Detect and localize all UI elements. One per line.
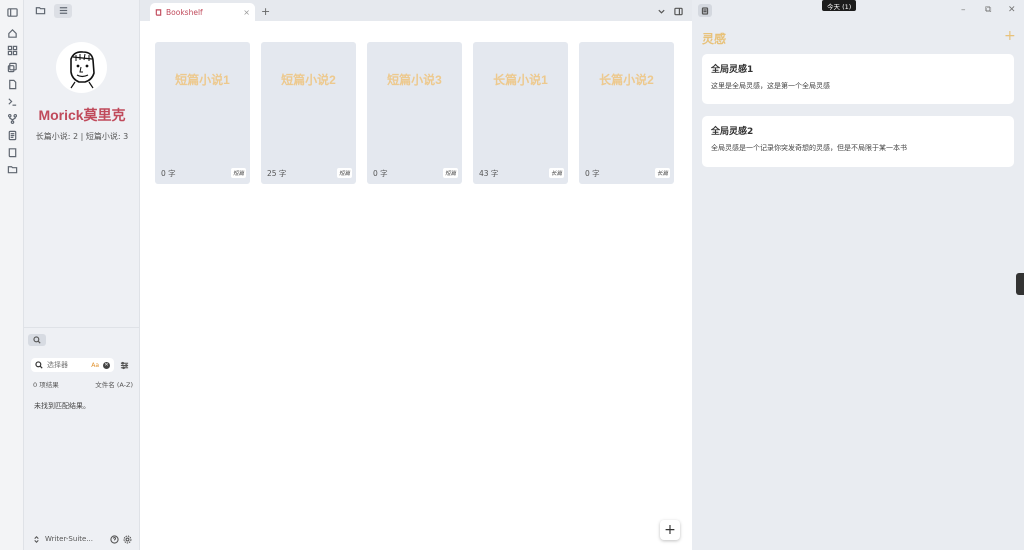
book-title: 长篇小说1 [493,73,548,87]
right-pane-header: – ⧉ ✕ [692,0,1024,21]
result-count: 0 项结果 [33,381,59,389]
folder-icon[interactable] [31,4,49,18]
no-results-text: 未找到匹配结果。 [34,402,90,410]
bookshelf-tab-icon [155,8,162,16]
profile-stats: 长篇小说: 2 | 短篇小说: 3 [35,132,129,141]
book-type-tag: 短篇 [230,168,246,178]
tab-label: Bookshelf [166,7,203,17]
inspiration-card[interactable]: 全局灵感1 这里是全局灵感，这是第一个全局灵感 [702,54,1014,104]
match-case-toggle[interactable]: Aa [91,362,99,369]
book-card[interactable]: 长篇小说2 0 字 长篇 [579,42,674,184]
vault-switch-icon[interactable] [32,535,41,544]
layout-grid-icon[interactable] [6,44,18,56]
book-word-count: 25 字 [267,169,287,178]
avatar[interactable] [56,42,107,93]
folder-open-icon[interactable] [6,163,18,175]
bookshelf-view: 短篇小说1 0 字 短篇 短篇小说2 25 字 短篇 短篇小说3 0 字 短篇 … [140,21,692,550]
restore-button[interactable]: ⧉ [985,5,991,15]
sort-dropdown[interactable]: 文件名 (A-Z) [95,379,133,389]
home-icon[interactable] [6,27,18,39]
git-fork-icon[interactable] [6,112,18,124]
clear-search-icon[interactable]: ✕ [103,361,110,369]
inspiration-card-title: 全局灵感2 [711,127,754,137]
tab-bar: Bookshelf × + [140,0,692,21]
tab-bookshelf[interactable]: Bookshelf × [150,3,255,21]
book-title: 短篇小说2 [281,73,336,87]
left-sidebar-header [24,0,140,21]
vault-name[interactable]: Writer-Suite... [45,535,106,543]
add-inspiration-button[interactable]: + [1004,28,1016,44]
search-tab[interactable] [28,334,46,346]
new-tab-button[interactable]: + [261,5,270,18]
search-icon [35,361,43,369]
minimize-button[interactable]: – [961,5,966,15]
book-word-count: 43 字 [479,169,499,178]
close-window-button[interactable]: ✕ [1008,5,1016,15]
edge-handle[interactable] [1016,273,1024,295]
book-type-tag: 长篇 [548,168,564,178]
book-card[interactable]: 短篇小说2 25 字 短篇 [261,42,356,184]
inspiration-card-text: 这里是全局灵感，这是第一个全局灵感 [711,82,830,90]
book-card[interactable]: 长篇小说1 43 字 长篇 [473,42,568,184]
search-input[interactable]: 选择器 Aa ✕ [31,358,114,372]
list-icon[interactable] [54,3,72,18]
book-icon[interactable] [6,146,18,158]
chevron-down-icon[interactable] [655,5,667,17]
copy-icon[interactable] [6,61,18,73]
inspiration-tab-icon[interactable] [698,4,712,17]
settings-icon[interactable] [123,535,132,544]
inspiration-card-title: 全局灵感1 [711,65,754,75]
book-type-tag: 长篇 [654,168,670,178]
left-sidebar: Morick莫里克 长篇小说: 2 | 短篇小说: 3 选择器 Aa ✕ 0 项… [24,0,140,550]
inspiration-title: 灵感 [702,32,727,46]
book-type-tag: 短篇 [336,168,352,178]
book-card[interactable]: 短篇小说3 0 字 短篇 [367,42,462,184]
file-text-icon[interactable] [6,129,18,141]
terminal-icon[interactable] [6,95,18,107]
left-sidebar-footer: Writer-Suite... [24,530,140,548]
search-placeholder: 选择器 [47,361,68,369]
inspiration-panel: 灵感 + 全局灵感1 这里是全局灵感，这是第一个全局灵感 全局灵感2 全局灵感是… [692,21,1024,550]
search-pane: 选择器 Aa ✕ 0 项结果 文件名 (A-Z) 未找到匹配结果。 [24,327,140,527]
book-card[interactable]: 短篇小说1 0 字 短篇 [155,42,250,184]
tab-close-icon[interactable]: × [243,8,250,17]
sidebar-toggle-icon[interactable] [6,6,18,18]
book-title: 短篇小说3 [387,73,442,87]
file-icon[interactable] [6,78,18,90]
book-word-count: 0 字 [373,169,388,178]
book-word-count: 0 字 [161,169,176,178]
ribbon [0,0,24,550]
inspiration-card-text: 全局灵感是一个记录你突发奇想的灵感，但是不局限于某一本书 [711,144,907,152]
book-title: 长篇小说2 [599,73,654,87]
search-options-icon[interactable] [120,360,130,370]
split-view-icon[interactable] [672,5,684,17]
book-title: 短篇小说1 [175,73,230,87]
add-book-button[interactable]: + [660,520,680,540]
today-badge[interactable]: 今天 (1) [822,0,857,11]
avatar-sketch-icon [69,50,95,88]
inspiration-card[interactable]: 全局灵感2 全局灵感是一个记录你突发奇想的灵感，但是不局限于某一本书 [702,116,1014,167]
profile-name: Morick莫里克 [38,107,126,123]
book-word-count: 0 字 [585,169,600,178]
search-result-row: 0 项结果 文件名 (A-Z) [33,379,133,389]
book-type-tag: 短篇 [442,168,458,178]
help-icon[interactable] [110,534,119,544]
